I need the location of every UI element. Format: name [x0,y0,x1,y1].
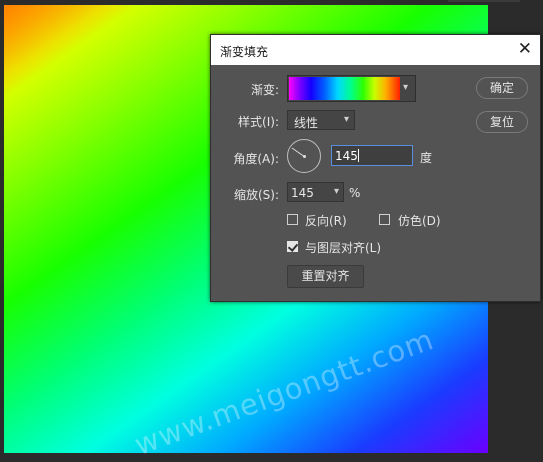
close-icon[interactable]: ✕ [518,39,532,59]
style-select-value: 线性 [294,116,319,130]
reverse-checkbox[interactable] [287,214,298,225]
chevron-down-icon[interactable]: ▾ [403,82,408,93]
align-layer-label[interactable]: 与图层对齐(L) [305,239,381,256]
ok-button[interactable]: 确定 [476,77,528,99]
angle-input-value: 145 [335,149,358,163]
angle-input[interactable]: 145 [331,145,413,166]
style-select[interactable]: 线性 ▾ [287,110,355,130]
angle-center-dot [303,155,306,158]
text-cursor [357,149,359,162]
reverse-label[interactable]: 反向(R) [305,212,347,229]
chevron-down-icon: ▾ [343,114,349,125]
reset-align-button[interactable]: 重置对齐 [287,265,364,288]
dialog-title: 渐变填充 [220,45,269,59]
style-label: 样式(I): [238,115,279,129]
reset-button[interactable]: 复位 [476,111,528,133]
gradient-fill-dialog: 渐变填充 ✕ 渐变: ▾ 样式(I): 线性 ▾ 角度(A): 145 度 缩放… [210,34,541,302]
dialog-titlebar[interactable]: 渐变填充 ✕ [211,35,540,65]
align-layer-checkbox[interactable] [287,241,298,252]
scale-input-value: 145 [291,186,314,200]
chevron-down-icon[interactable]: ▾ [334,186,339,197]
angle-label: 角度(A): [233,152,279,166]
gradient-preview[interactable] [289,77,400,100]
top-strip [448,0,520,2]
dither-checkbox[interactable] [379,214,390,225]
dither-label[interactable]: 仿色(D) [398,212,441,229]
scale-label: 缩放(S): [233,188,279,202]
gradient-picker[interactable]: ▾ [287,75,416,102]
scale-input[interactable]: 145 ▾ [287,182,344,202]
scale-unit: % [349,186,361,200]
gradient-label: 渐变: [250,83,279,97]
angle-dial[interactable] [287,139,321,173]
angle-unit: 度 [420,151,433,165]
